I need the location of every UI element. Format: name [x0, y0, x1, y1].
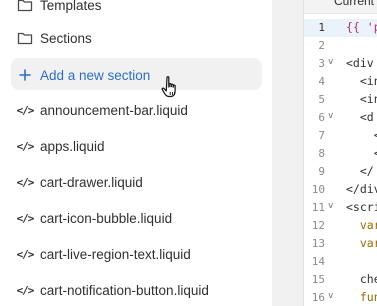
code-line[interactable]: 2 [304, 37, 377, 55]
folder-icon [17, 30, 33, 46]
code-line[interactable]: 14 [304, 253, 377, 271]
code-file-icon: </> [16, 175, 35, 189]
code-text: <scri [346, 200, 377, 214]
code-line[interactable]: 6v <d [304, 109, 377, 127]
code-text: var [359, 236, 377, 250]
code-text: var [359, 218, 377, 232]
line-number: 10 [311, 183, 325, 196]
code-file-icon: </> [16, 103, 35, 117]
add-section-button[interactable]: Add a new section [0, 57, 272, 93]
code-line[interactable]: 10 </div [304, 181, 377, 199]
folder-sections[interactable]: Sections [0, 20, 272, 56]
code-editor[interactable]: Current 1{{ 'p23v<div 4 <in5 <in6v <d7 <… [304, 0, 377, 306]
code-line[interactable]: 9 </ [304, 163, 377, 181]
file-tree: Templates Sections Add a new section </>… [0, 0, 272, 306]
code-line[interactable]: 5 <in [304, 91, 377, 109]
fold-chevron-icon[interactable]: v [328, 201, 333, 211]
folder-label: Sections [40, 30, 92, 46]
line-number: 14 [311, 255, 325, 268]
file-item[interactable]: </> cart-live-region-text.liquid [0, 236, 272, 272]
line-number: 4 [318, 75, 325, 88]
file-label: cart-drawer.liquid [40, 174, 143, 190]
code-text: </div [346, 182, 377, 196]
folder-icon [17, 0, 33, 13]
code-file-icon: </> [16, 247, 35, 261]
code-line[interactable]: 8 < [304, 145, 377, 163]
code-line[interactable]: 12 var [304, 217, 377, 235]
code-text: <div [346, 56, 374, 70]
file-item[interactable]: </> announcement-bar.liquid [0, 92, 272, 128]
editor-tab-name[interactable]: Current [334, 0, 374, 8]
line-number: 16 [311, 291, 325, 304]
line-number: 7 [318, 129, 325, 142]
code-text: fun [359, 290, 377, 304]
panel-divider[interactable] [272, 0, 304, 306]
code-line[interactable]: 1 {{ 'p [304, 19, 377, 37]
file-label: cart-icon-bubble.liquid [40, 210, 173, 226]
code-text: che [359, 272, 377, 286]
code-text: < [346, 146, 377, 160]
code-line[interactable]: 3 v <div [304, 55, 377, 73]
code-line[interactable]: 11v <scri [304, 199, 377, 217]
code-text: <in [359, 92, 377, 106]
line-number: 6 [318, 111, 325, 124]
code-text: </ [346, 164, 374, 178]
hand-pointer-cursor-icon [161, 76, 176, 98]
add-section-label: Add a new section [40, 67, 151, 83]
plus-icon [17, 67, 33, 83]
file-label: apps.liquid [40, 138, 105, 154]
file-label: announcement-bar.liquid [40, 102, 188, 118]
line-number: 9 [318, 165, 325, 178]
fold-chevron-icon[interactable]: v [328, 111, 333, 121]
fold-chevron-icon[interactable]: v [328, 291, 333, 301]
line-number: 5 [318, 93, 325, 106]
code-text: < [346, 128, 377, 142]
code-text: <in [359, 74, 377, 88]
code-text: <d [346, 110, 374, 124]
line-number: 1 [318, 21, 325, 34]
code-line[interactable]: 13 var [304, 235, 377, 253]
line-number: 11 [311, 201, 325, 214]
file-item[interactable]: </> apps.liquid [0, 128, 272, 164]
line-number: 12 [311, 219, 325, 232]
code-line[interactable]: 15 che [304, 271, 377, 289]
code-line[interactable]: 16v fun [304, 289, 377, 306]
code-line[interactable]: 4 <in [304, 73, 377, 91]
file-item[interactable]: </> cart-notification-button.liquid [0, 272, 272, 306]
file-label: cart-notification-button.liquid [40, 282, 209, 298]
file-label: cart-live-region-text.liquid [40, 246, 191, 262]
file-item[interactable]: </> cart-icon-bubble.liquid [0, 200, 272, 236]
line-number: 3 [318, 57, 325, 70]
line-number: 8 [318, 147, 325, 160]
line-number: 2 [318, 39, 325, 52]
fold-chevron-icon[interactable]: v [328, 57, 333, 67]
code-file-icon: </> [16, 139, 35, 153]
editor-tab-bar: Current [304, 0, 377, 14]
code-line[interactable]: 7 < [304, 127, 377, 145]
line-number: 13 [311, 237, 325, 250]
line-number: 15 [311, 273, 325, 286]
code-file-icon: </> [16, 211, 35, 225]
code-file-icon: </> [16, 283, 35, 297]
file-item[interactable]: </> cart-drawer.liquid [0, 164, 272, 200]
code-text: {{ 'p [346, 20, 377, 34]
folder-label: Templates [40, 0, 102, 13]
